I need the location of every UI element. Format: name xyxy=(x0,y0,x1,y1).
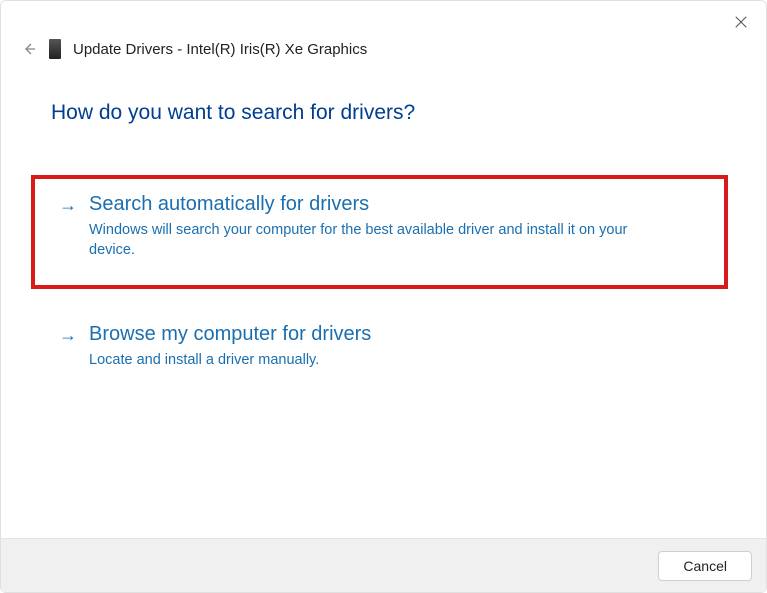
back-button[interactable] xyxy=(21,41,37,57)
page-heading: How do you want to search for drivers? xyxy=(51,101,716,125)
option-body: Search automatically for drivers Windows… xyxy=(89,193,704,261)
option-description: Locate and install a driver manually. xyxy=(89,350,649,370)
cancel-button[interactable]: Cancel xyxy=(658,551,752,581)
option-browse-computer[interactable]: → Browse my computer for drivers Locate … xyxy=(51,313,716,384)
arrow-right-icon: → xyxy=(59,325,77,370)
dialog-footer: Cancel xyxy=(1,538,766,592)
window-title: Update Drivers - Intel(R) Iris(R) Xe Gra… xyxy=(73,41,367,58)
option-body: Browse my computer for drivers Locate an… xyxy=(89,323,708,370)
device-icon xyxy=(49,39,61,59)
back-arrow-icon xyxy=(21,41,37,57)
close-icon xyxy=(734,15,748,29)
option-description: Windows will search your computer for th… xyxy=(89,220,649,261)
option-title: Search automatically for drivers xyxy=(89,193,704,216)
arrow-right-icon: → xyxy=(59,195,77,261)
title-bar: Update Drivers - Intel(R) Iris(R) Xe Gra… xyxy=(1,1,766,59)
option-search-automatically[interactable]: → Search automatically for drivers Windo… xyxy=(31,175,728,289)
option-title: Browse my computer for drivers xyxy=(89,323,708,346)
close-button[interactable] xyxy=(733,14,749,30)
dialog-content: How do you want to search for drivers? →… xyxy=(1,59,766,538)
update-drivers-dialog: Update Drivers - Intel(R) Iris(R) Xe Gra… xyxy=(0,0,767,593)
